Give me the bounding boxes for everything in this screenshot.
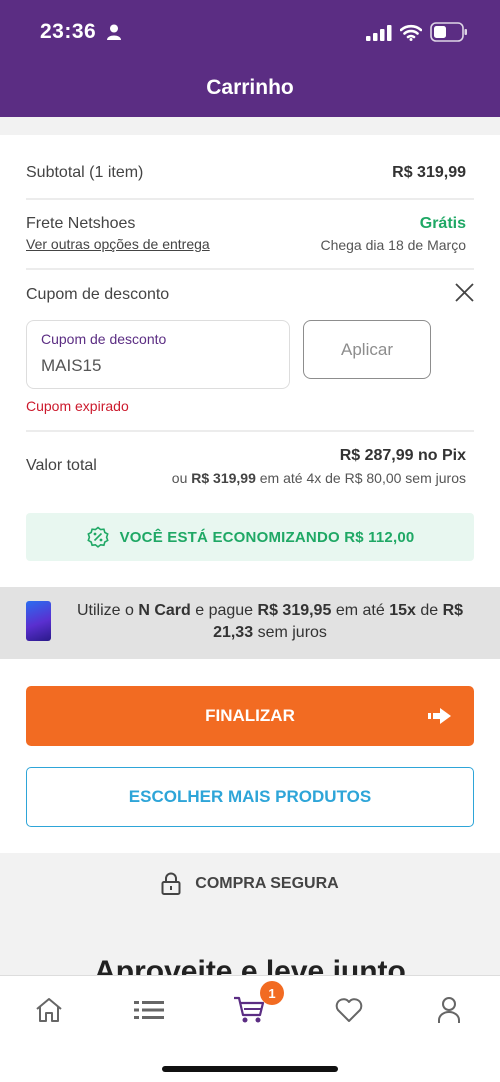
signal-icon	[366, 25, 392, 41]
choose-more-products-button[interactable]: ESCOLHER MAIS PRODUTOS	[26, 767, 474, 827]
status-time: 23:36	[40, 20, 97, 43]
shipping-free-value: Grátis	[419, 215, 466, 232]
battery-icon	[430, 22, 467, 42]
order-summary-card: Subtotal (1 item) R$ 319,99 Frete Netsho…	[0, 135, 500, 587]
other-delivery-options-link[interactable]: Ver outras opções de entrega	[26, 236, 210, 252]
heart-icon	[335, 998, 363, 1022]
close-icon[interactable]	[455, 283, 474, 302]
shipping-arrival: Chega dia 18 de Março	[320, 237, 466, 253]
secure-label: COMPRA SEGURA	[195, 874, 339, 892]
coupon-input[interactable]	[41, 356, 271, 376]
total-pix-value: R$ 287,99 no Pix	[339, 447, 466, 464]
coupon-error-text: Cupom expirado	[26, 398, 129, 414]
discount-badge-icon	[86, 526, 109, 548]
apply-coupon-button[interactable]: Aplicar	[303, 320, 431, 379]
divider	[26, 198, 474, 200]
cart-badge: 1	[260, 981, 284, 1005]
ncard-banner[interactable]: Utilize o N Card e pague R$ 319,95 em at…	[0, 587, 500, 659]
credit-card-icon	[26, 601, 51, 641]
user-icon	[438, 997, 460, 1023]
home-icon	[36, 998, 62, 1022]
total-installment-text: ou R$ 319,99 em até 4x de R$ 80,00 sem j…	[171, 470, 466, 486]
page-title: Carrinho	[206, 76, 294, 99]
person-icon	[107, 24, 121, 40]
savings-text: VOCÊ ESTÁ ECONOMIZANDO R$ 112,00	[119, 528, 415, 546]
total-label: Valor total	[26, 457, 97, 474]
app-header: 23:36 Carrinho	[0, 0, 500, 117]
lock-icon	[161, 872, 181, 895]
divider	[26, 268, 474, 270]
arrow-right-icon	[428, 708, 451, 724]
shipping-label: Frete Netshoes	[26, 215, 136, 232]
ncard-text: Utilize o N Card e pague R$ 319,95 em at…	[76, 602, 464, 641]
secure-purchase: COMPRA SEGURA	[0, 872, 500, 895]
bottom-tab-bar: 1	[0, 975, 500, 1082]
shipping-info: Grátis Chega dia 18 de Março	[320, 215, 466, 253]
tab-account[interactable]	[424, 992, 474, 1028]
divider	[26, 430, 474, 432]
wifi-icon	[400, 24, 422, 41]
tab-categories[interactable]	[124, 992, 174, 1028]
tab-favorites[interactable]	[324, 992, 374, 1028]
list-icon	[134, 1001, 164, 1019]
subtotal-value: R$ 319,99	[392, 164, 466, 181]
tab-home[interactable]	[24, 992, 74, 1028]
cart-icon	[234, 996, 265, 1023]
total-info: R$ 287,99 no Pix ou R$ 319,99 em até 4x …	[172, 447, 466, 486]
home-indicator	[162, 1066, 338, 1072]
finalize-button[interactable]: FINALIZAR	[26, 686, 474, 746]
finalize-label: FINALIZAR	[205, 706, 295, 725]
coupon-input-label: Cupom de desconto	[41, 331, 167, 347]
coupon-section-label: Cupom de desconto	[26, 286, 170, 303]
savings-banner: VOCÊ ESTÁ ECONOMIZANDO R$ 112,00	[26, 513, 474, 561]
coupon-input-container[interactable]: Cupom de desconto	[26, 320, 290, 389]
subtotal-label: Subtotal (1 item)	[26, 164, 144, 181]
